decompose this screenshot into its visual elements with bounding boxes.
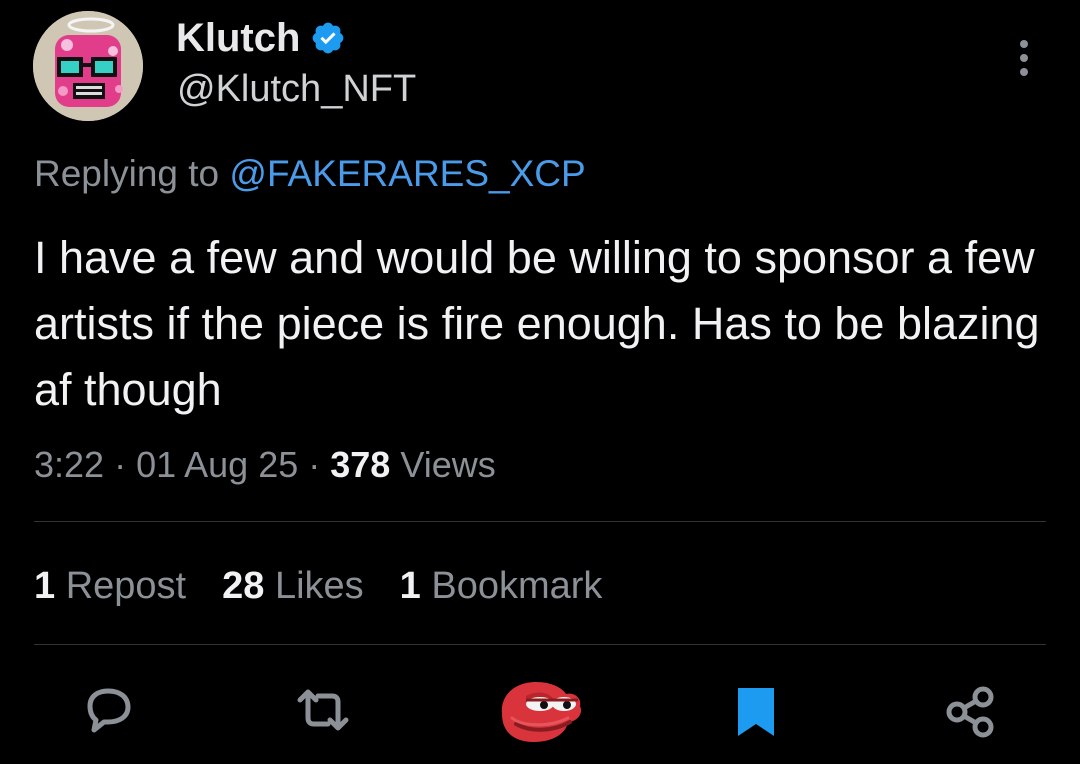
tweet-date[interactable]: 01 Aug 25 xyxy=(136,444,298,485)
repost-button[interactable] xyxy=(292,684,354,736)
share-button[interactable] xyxy=(943,684,999,740)
reposts-label: Repost xyxy=(55,565,187,607)
reposts-stat[interactable]: 1 Repost xyxy=(34,563,186,609)
share-nodes-icon xyxy=(946,686,994,738)
repost-arrows-icon xyxy=(297,689,349,731)
bookmark-button[interactable] xyxy=(734,684,778,740)
avatar[interactable] xyxy=(33,11,143,121)
pepe-reaction-icon xyxy=(501,682,582,742)
replying-to: Replying to @FAKERARES_XCP xyxy=(34,151,586,197)
views-label: Views xyxy=(390,444,496,485)
reply-button[interactable] xyxy=(78,683,138,737)
author-name-row[interactable]: Klutch xyxy=(176,14,346,62)
like-button[interactable] xyxy=(496,674,584,746)
tweet-detail: Klutch @Klutch_NFT Replying to @FAKERARE… xyxy=(0,0,1080,764)
bookmarks-stat[interactable]: 1 Bookmark xyxy=(400,563,603,609)
tweet-text: I have a few and would be willing to spo… xyxy=(34,232,1040,415)
avatar-image xyxy=(33,11,143,121)
more-options-icon[interactable] xyxy=(1012,36,1036,80)
replying-to-label: Replying to xyxy=(34,153,230,194)
likes-count: 28 xyxy=(222,565,265,607)
bookmark-filled-icon xyxy=(738,688,774,736)
display-name[interactable]: Klutch xyxy=(176,14,300,62)
reposts-count: 1 xyxy=(34,565,56,607)
likes-label: Likes xyxy=(264,565,364,607)
reply-bubble-icon xyxy=(87,688,131,733)
author-handle[interactable]: @Klutch_NFT xyxy=(177,66,416,112)
meta-separator: · xyxy=(298,444,331,485)
engagement-stats: 1 Repost 28 Likes 1 Bookmark xyxy=(34,563,638,609)
divider xyxy=(34,521,1046,522)
likes-stat[interactable]: 28 Likes xyxy=(222,563,364,609)
reply-mention-link[interactable]: @FAKERARES_XCP xyxy=(229,153,585,194)
bookmarks-label: Bookmark xyxy=(420,565,603,607)
divider xyxy=(34,644,1046,645)
meta-separator: · xyxy=(104,444,137,485)
tweet-time[interactable]: 3:22 xyxy=(34,444,104,485)
tweet-meta: 3:22 · 01 Aug 25 · 378 Views xyxy=(34,442,496,488)
verified-badge-icon xyxy=(310,20,346,56)
bookmarks-count: 1 xyxy=(399,565,421,607)
views-count: 378 xyxy=(330,444,391,485)
